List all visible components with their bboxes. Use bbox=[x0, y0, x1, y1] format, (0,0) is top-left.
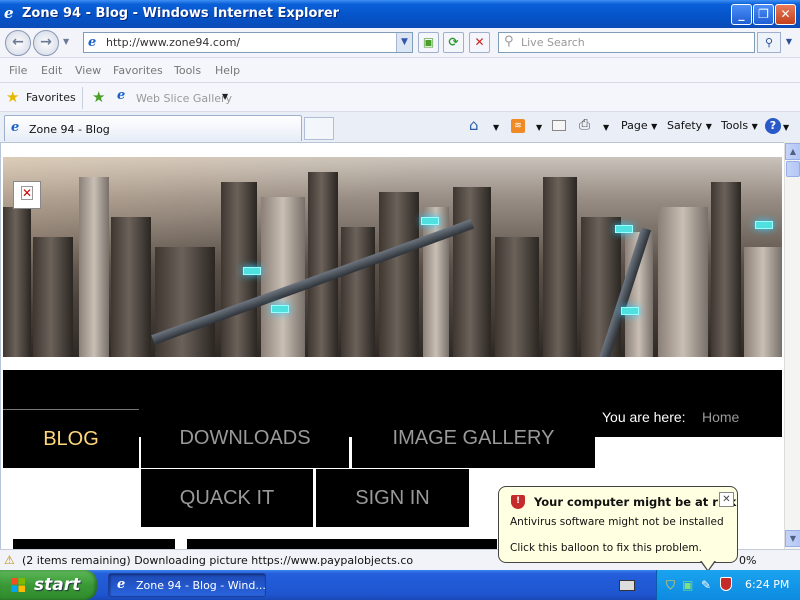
forward-arrow-icon: → bbox=[40, 34, 52, 50]
forward-button[interactable]: → bbox=[33, 30, 59, 56]
security-balloon[interactable]: ! Your computer might be at risk ✕ Antiv… bbox=[498, 486, 738, 563]
safely-remove-icon[interactable]: ✎ bbox=[701, 578, 711, 592]
favorites-button[interactable]: Favorites bbox=[26, 91, 76, 104]
nav-blog[interactable]: BLOG bbox=[3, 409, 139, 468]
start-label: start bbox=[34, 575, 81, 595]
back-arrow-icon: ← bbox=[12, 34, 24, 50]
search-icon: ⚲ bbox=[504, 34, 514, 49]
windows-flag-icon bbox=[11, 578, 25, 592]
taskbar-item-ie[interactable]: e Zone 94 - Blog - Wind... bbox=[108, 573, 266, 597]
security-center-icon[interactable]: ⛉ bbox=[666, 578, 675, 593]
refresh-button[interactable]: ⟳ bbox=[443, 32, 464, 53]
maximize-button[interactable]: ❐ bbox=[753, 4, 774, 25]
city-banner-image bbox=[3, 157, 782, 357]
menu-bar: File Edit View Favorites Tools Help bbox=[0, 58, 800, 83]
star-icon: ★ bbox=[6, 88, 20, 106]
back-button[interactable]: ← bbox=[5, 30, 31, 56]
shield-icon[interactable] bbox=[720, 577, 732, 591]
refresh-icon: ⟳ bbox=[448, 35, 459, 49]
web-slice-gallery-link[interactable]: Web Slice Gallery bbox=[136, 92, 232, 105]
menu-help[interactable]: Help bbox=[215, 64, 240, 77]
status-text: (2 items remaining) Downloading picture … bbox=[22, 554, 414, 567]
home-icon[interactable]: ⌂ bbox=[469, 116, 479, 134]
ie-icon: e bbox=[88, 35, 97, 50]
compatibility-button[interactable]: ▣ bbox=[418, 32, 439, 53]
balloon-message: Antivirus software might not be installe… bbox=[510, 516, 724, 528]
chevron-down-icon[interactable]: ▼ bbox=[493, 123, 499, 132]
minimize-button[interactable]: _ bbox=[731, 4, 752, 25]
menu-edit[interactable]: Edit bbox=[41, 64, 62, 77]
read-mail-icon[interactable] bbox=[552, 120, 566, 131]
close-button[interactable]: ✕ bbox=[775, 4, 796, 25]
balloon-instruction: Click this balloon to fix this problem. bbox=[510, 542, 702, 554]
clock[interactable]: 6:24 PM bbox=[745, 578, 789, 591]
taskbar: start e Zone 94 - Blog - Wind... ⛉ ▣ ✎ 6… bbox=[0, 570, 800, 600]
tab-label: Zone 94 - Blog bbox=[29, 123, 110, 136]
page-menu[interactable]: Page ▼ bbox=[621, 119, 657, 132]
keyboard-icon[interactable] bbox=[619, 580, 635, 591]
search-options-dropdown[interactable]: ▼ bbox=[782, 32, 796, 53]
nav-sign-in[interactable]: SIGN IN bbox=[316, 469, 469, 527]
nav-image-gallery[interactable]: IMAGE GALLERY bbox=[352, 409, 595, 468]
scroll-down-button[interactable]: ▼ bbox=[785, 530, 800, 547]
breadcrumb-home-link[interactable]: Home bbox=[702, 409, 739, 425]
menu-file[interactable]: File bbox=[9, 64, 27, 77]
shield-icon: ! bbox=[511, 495, 525, 509]
window-title: Zone 94 - Blog - Windows Internet Explor… bbox=[22, 6, 340, 21]
add-to-favorites-icon[interactable]: ★ bbox=[92, 88, 105, 106]
ie-icon: e bbox=[117, 577, 126, 592]
rss-icon[interactable]: ≋ bbox=[511, 119, 525, 133]
title-bar[interactable]: e Zone 94 - Blog - Windows Internet Expl… bbox=[0, 0, 800, 28]
tab-zone94-blog[interactable]: e Zone 94 - Blog bbox=[4, 115, 302, 141]
safety-menu-label: Safety bbox=[667, 119, 703, 132]
tools-menu[interactable]: Tools ▼ bbox=[721, 119, 758, 132]
stop-icon: ✕ bbox=[474, 35, 485, 49]
search-icon: ⚲ bbox=[764, 36, 774, 49]
separator bbox=[82, 87, 83, 109]
favorites-bar: ★ Favorites ★ e Web Slice Gallery ▼ bbox=[0, 83, 800, 112]
search-field[interactable]: ⚲ Live Search bbox=[498, 32, 755, 53]
compatibility-icon: ▣ bbox=[422, 35, 435, 49]
address-dropdown[interactable]: ▼ bbox=[396, 33, 412, 52]
search-placeholder: Live Search bbox=[521, 36, 585, 49]
taskbar-item-label: Zone 94 - Blog - Wind... bbox=[136, 579, 266, 592]
new-tab-button[interactable] bbox=[304, 117, 334, 140]
balloon-close-button[interactable]: ✕ bbox=[719, 492, 734, 507]
help-icon[interactable]: ? bbox=[765, 118, 781, 134]
ie-icon: e bbox=[11, 120, 20, 135]
chevron-down-icon[interactable]: ▼ bbox=[603, 123, 609, 132]
network-icon[interactable]: ▣ bbox=[682, 578, 693, 592]
stop-button[interactable]: ✕ bbox=[469, 32, 490, 53]
chevron-down-icon[interactable]: ▼ bbox=[783, 123, 789, 132]
nav-downloads[interactable]: DOWNLOADS bbox=[141, 409, 349, 468]
balloon-tail-fill bbox=[701, 560, 715, 570]
menu-tools[interactable]: Tools bbox=[174, 64, 201, 77]
address-toolbar: ← → ▼ e http://www.zone94.com/ ▼ ▣ ⟳ ✕ ⚲… bbox=[0, 28, 800, 58]
safety-menu[interactable]: Safety ▼ bbox=[667, 119, 712, 132]
ie-icon: e bbox=[117, 88, 126, 103]
menu-favorites[interactable]: Favorites bbox=[113, 64, 163, 77]
page-menu-label: Page bbox=[621, 119, 648, 132]
vertical-scrollbar[interactable]: ▲ ▼ bbox=[784, 143, 800, 554]
chevron-down-icon[interactable]: ▼ bbox=[536, 123, 542, 132]
warning-icon: ⚠ bbox=[4, 553, 15, 567]
scroll-thumb[interactable] bbox=[786, 161, 800, 177]
recent-pages-dropdown[interactable]: ▼ bbox=[63, 37, 69, 46]
breadcrumb-label: You are here: bbox=[602, 409, 686, 425]
chevron-down-icon[interactable]: ▼ bbox=[222, 92, 228, 101]
balloon-title: Your computer might be at risk bbox=[534, 495, 737, 509]
zoom-level[interactable]: 0% bbox=[739, 554, 756, 567]
start-button[interactable]: start bbox=[0, 570, 97, 600]
print-icon[interactable]: ⎙ bbox=[579, 117, 590, 133]
nav-quack-it[interactable]: QUACK IT bbox=[141, 469, 313, 527]
url-text[interactable]: http://www.zone94.com/ bbox=[106, 36, 240, 49]
address-field[interactable]: e http://www.zone94.com/ ▼ bbox=[83, 32, 413, 53]
search-go-button[interactable]: ⚲ bbox=[757, 32, 781, 53]
tools-menu-label: Tools bbox=[721, 119, 749, 132]
broken-image-icon: ✕ bbox=[13, 181, 41, 209]
system-tray: ⛉ ▣ ✎ 6:24 PM bbox=[656, 570, 800, 600]
ie-icon: e bbox=[4, 4, 14, 22]
menu-view[interactable]: View bbox=[75, 64, 101, 77]
scroll-up-button[interactable]: ▲ bbox=[785, 143, 800, 160]
